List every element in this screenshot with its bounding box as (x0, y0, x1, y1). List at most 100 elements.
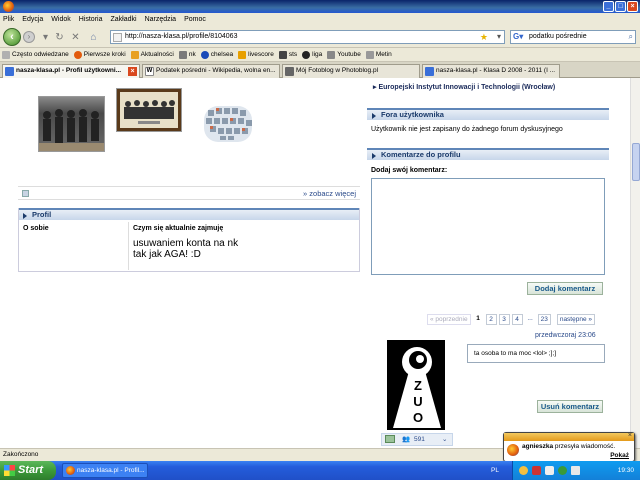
bookmark-item[interactable]: Pierwsze kroki (73, 50, 126, 59)
comment-count: 591 (414, 436, 425, 443)
close-window-button[interactable]: × (627, 1, 638, 12)
search-icon[interactable]: ⌕ (629, 31, 633, 43)
maximize-button[interactable]: □ (615, 1, 626, 12)
tab-favicon (425, 67, 434, 76)
url-bar[interactable]: http://nasza-klasa.pl/profile/8104063 ★ … (110, 30, 505, 44)
close-notification-icon[interactable]: × (628, 432, 632, 439)
menu-tools[interactable]: Narzędzia (145, 16, 177, 23)
bookmark-icon (200, 50, 209, 59)
bookmark-item[interactable]: sts (278, 50, 297, 59)
bookmark-star-icon[interactable]: ★ (480, 31, 488, 43)
comments-pager: « poprzednie 1 2 3 4 ... 23 następne » (427, 314, 595, 325)
bookmark-icon (302, 50, 311, 59)
url-dropdown-icon[interactable]: ▾ (497, 31, 501, 43)
close-tab-icon[interactable]: × (128, 67, 137, 76)
message-icon[interactable] (385, 435, 395, 443)
firefox-icon (3, 1, 14, 12)
status-text: Zakończono (3, 451, 39, 458)
minimize-button[interactable]: _ (603, 1, 614, 12)
see-more-link[interactable]: » zobacz więcej (303, 189, 356, 198)
bookmark-item[interactable]: chelsea (200, 50, 233, 59)
forums-section-header: Fora użytkownika (367, 108, 609, 120)
svg-text:U: U (413, 394, 422, 409)
reload-icon[interactable]: ↻ (54, 32, 65, 43)
photo-thumbnail[interactable] (38, 96, 105, 152)
school-item[interactable]: ▸ Europejski Instytut Innowacji i Techno… (373, 83, 555, 91)
tray-icon[interactable] (558, 466, 567, 475)
tray-icon[interactable] (532, 466, 541, 475)
url-text: http://nasza-klasa.pl/profile/8104063 (125, 33, 238, 40)
forward-button[interactable]: › (23, 31, 35, 43)
profile-table: O sobie Czym się aktualnie zajmuję usuwa… (19, 222, 359, 270)
search-input[interactable]: G▾ podatku pośrednie ⌕ (510, 30, 636, 44)
pager-next[interactable]: następne » (556, 314, 595, 325)
search-value: podatku pośrednie (529, 33, 587, 40)
menu-help[interactable]: Pomoc (184, 16, 206, 23)
tab-photoblog[interactable]: Mój Fotoblog w Photoblog.pl (282, 64, 420, 78)
bookmark-item[interactable]: liga (302, 50, 322, 59)
tray-icon[interactable] (545, 466, 554, 475)
bookmark-icon (178, 50, 187, 59)
firefox-icon (66, 466, 75, 475)
comments-section-header: Komentarze do profilu (367, 148, 609, 160)
scrollbar-thumb[interactable] (632, 143, 640, 181)
bookmark-item[interactable]: nk (178, 50, 196, 59)
message-notification[interactable]: × agnieszka przesyła wiadomość. Pokaż (503, 432, 635, 462)
vertical-scrollbar[interactable] (630, 78, 640, 448)
wikipedia-icon: W (145, 67, 154, 76)
people-icon: 👥 (402, 436, 411, 443)
tab-nasza-klasa-class[interactable]: nasza-klasa.pl - Klasa D 2008 - 2011 (I … (422, 64, 560, 78)
delete-comment-button[interactable]: Usuń komentarz (537, 400, 603, 413)
menu-bookmarks[interactable]: Zakładki (110, 16, 136, 23)
home-icon[interactable]: ⌂ (88, 32, 99, 43)
avatar-lettering: Z (414, 378, 422, 393)
pager-page[interactable]: 4 (511, 314, 523, 325)
about-cell: O sobie (19, 222, 129, 270)
system-tray: PL 19:30 (491, 461, 640, 480)
google-icon[interactable]: G▾ (513, 32, 524, 42)
menu-view[interactable]: Widok (51, 16, 70, 23)
profile-section: O sobie Czym się aktualnie zajmuję usuwa… (18, 208, 360, 272)
photo-gallery (18, 78, 360, 183)
bookmark-icon (73, 50, 82, 59)
pager-page[interactable]: 23 (537, 314, 551, 325)
avatar[interactable]: Z U O (387, 340, 445, 430)
show-message-link[interactable]: Pokaż (610, 452, 629, 459)
chevron-down-icon[interactable]: ⌄ (442, 434, 447, 445)
bookmark-item[interactable]: Youtube (327, 50, 361, 59)
photo-thumbnail[interactable] (116, 88, 182, 132)
bookmark-item[interactable]: livescore (238, 50, 274, 59)
gadu-icon (507, 444, 519, 456)
left-column: » zobacz więcej Profil O sobie Czym się … (18, 78, 360, 448)
tray-icon[interactable] (519, 466, 528, 475)
back-button[interactable]: ‹ (3, 28, 21, 46)
windows-logo-icon (4, 465, 15, 476)
menu-history[interactable]: Historia (79, 16, 103, 23)
bookmark-item[interactable]: Metin (365, 50, 392, 59)
doing-value-line1: usuwaniem konta na nk (133, 238, 239, 249)
pager-page[interactable]: 3 (498, 314, 510, 325)
stop-icon[interactable]: ✕ (70, 32, 81, 43)
language-indicator[interactable]: PL (491, 461, 499, 480)
taskbar-firefox-button[interactable]: nasza-klasa.pl - Profil... (62, 463, 148, 478)
add-comment-button[interactable]: Dodaj komentarz (527, 282, 603, 295)
tab-wikipedia[interactable]: W Podatek pośredni - Wikipedia, wolna en… (142, 64, 280, 78)
menu-file[interactable]: Plik (3, 16, 14, 23)
photo-thumbnail[interactable] (192, 98, 264, 150)
about-label: O sobie (23, 225, 49, 232)
clock: 19:30 (617, 467, 634, 474)
pager-page[interactable]: 2 (485, 314, 497, 325)
taskbar: Start nasza-klasa.pl - Profil... PL 19:3… (0, 461, 640, 480)
menu-bar: Plik Edycja Widok Historia Zakładki Narz… (0, 13, 640, 26)
tab-favicon (285, 67, 294, 76)
bookmark-item[interactable]: Aktualności (130, 50, 174, 59)
tab-nasza-klasa-profile[interactable]: nasza-klasa.pl - Profil użytkowni... × (2, 64, 140, 78)
dropdown-history-icon[interactable]: ▾ (40, 32, 51, 43)
volume-icon[interactable] (571, 466, 580, 475)
bookmark-item[interactable]: Często odwiedzane (2, 50, 69, 59)
gallery-icon (22, 190, 29, 197)
start-button[interactable]: Start (0, 461, 56, 480)
menu-edit[interactable]: Edycja (22, 16, 43, 23)
doing-cell: Czym się aktualnie zajmuję usuwaniem kon… (129, 222, 359, 270)
comment-textarea[interactable] (371, 178, 605, 275)
